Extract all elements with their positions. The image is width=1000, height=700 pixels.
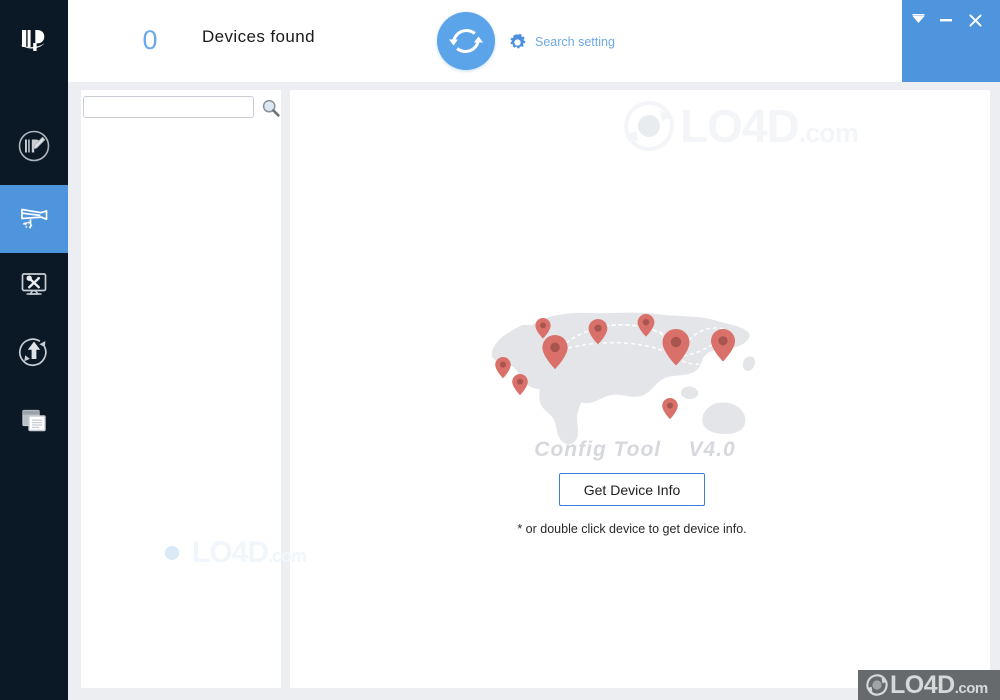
hero-title: Config Tool V4.0 [534,438,736,461]
watermark-badge: LO4D.com [858,670,1000,700]
world-map-graphic [491,312,755,445]
sidebar-item-device-logs[interactable] [0,386,68,454]
sidebar-item-device-tools[interactable] [0,250,68,318]
lo4d-logo-icon [866,674,888,696]
sidebar-item-device-config[interactable] [0,185,68,253]
watermark-text: LO4D.com [890,670,988,699]
upgrade-arrow-icon [19,338,47,367]
close-button[interactable] [962,8,988,32]
device-count: 0 [142,25,158,55]
monitor-tools-icon [21,273,47,295]
refresh-button[interactable] [437,12,495,70]
collapse-button[interactable] [905,8,931,32]
device-search-row [81,90,281,124]
sidebar-item-device-upgrade[interactable] [0,317,68,385]
sidebar-item-ip-modify[interactable] [0,112,68,180]
documents-icon [22,409,46,432]
search-setting-label: Search setting [535,35,615,49]
minimize-button[interactable] [933,8,959,32]
search-icon [262,99,280,117]
search-setting-button[interactable]: Search setting [508,30,615,54]
devices-found-label: Devices found [202,27,315,46]
sidebar [0,0,68,700]
company-logo-icon [0,0,68,82]
window-controls [902,0,1000,82]
device-list-panel [81,90,281,688]
get-device-info-button[interactable]: Get Device Info [559,473,705,506]
search-input[interactable] [83,96,254,118]
camera-gear-icon [21,208,48,229]
refresh-icon [449,28,483,54]
hero-area: Config Tool V4.0 Get Device Info * or do… [290,90,990,688]
search-button[interactable] [261,98,281,118]
close-icon [968,13,982,27]
gear-icon [510,33,526,48]
content-panel: Config Tool V4.0 Get Device Info * or do… [290,90,990,688]
app-window: 0 Devices found Search setting Config To… [0,0,1000,700]
minimize-icon [940,19,952,22]
ip-edit-icon [18,130,50,162]
collapse-icon [912,13,924,23]
device-list[interactable] [81,126,281,688]
topbar: 0 Devices found Search setting [68,0,1000,82]
double-click-hint: * or double click device to get device i… [517,522,747,536]
